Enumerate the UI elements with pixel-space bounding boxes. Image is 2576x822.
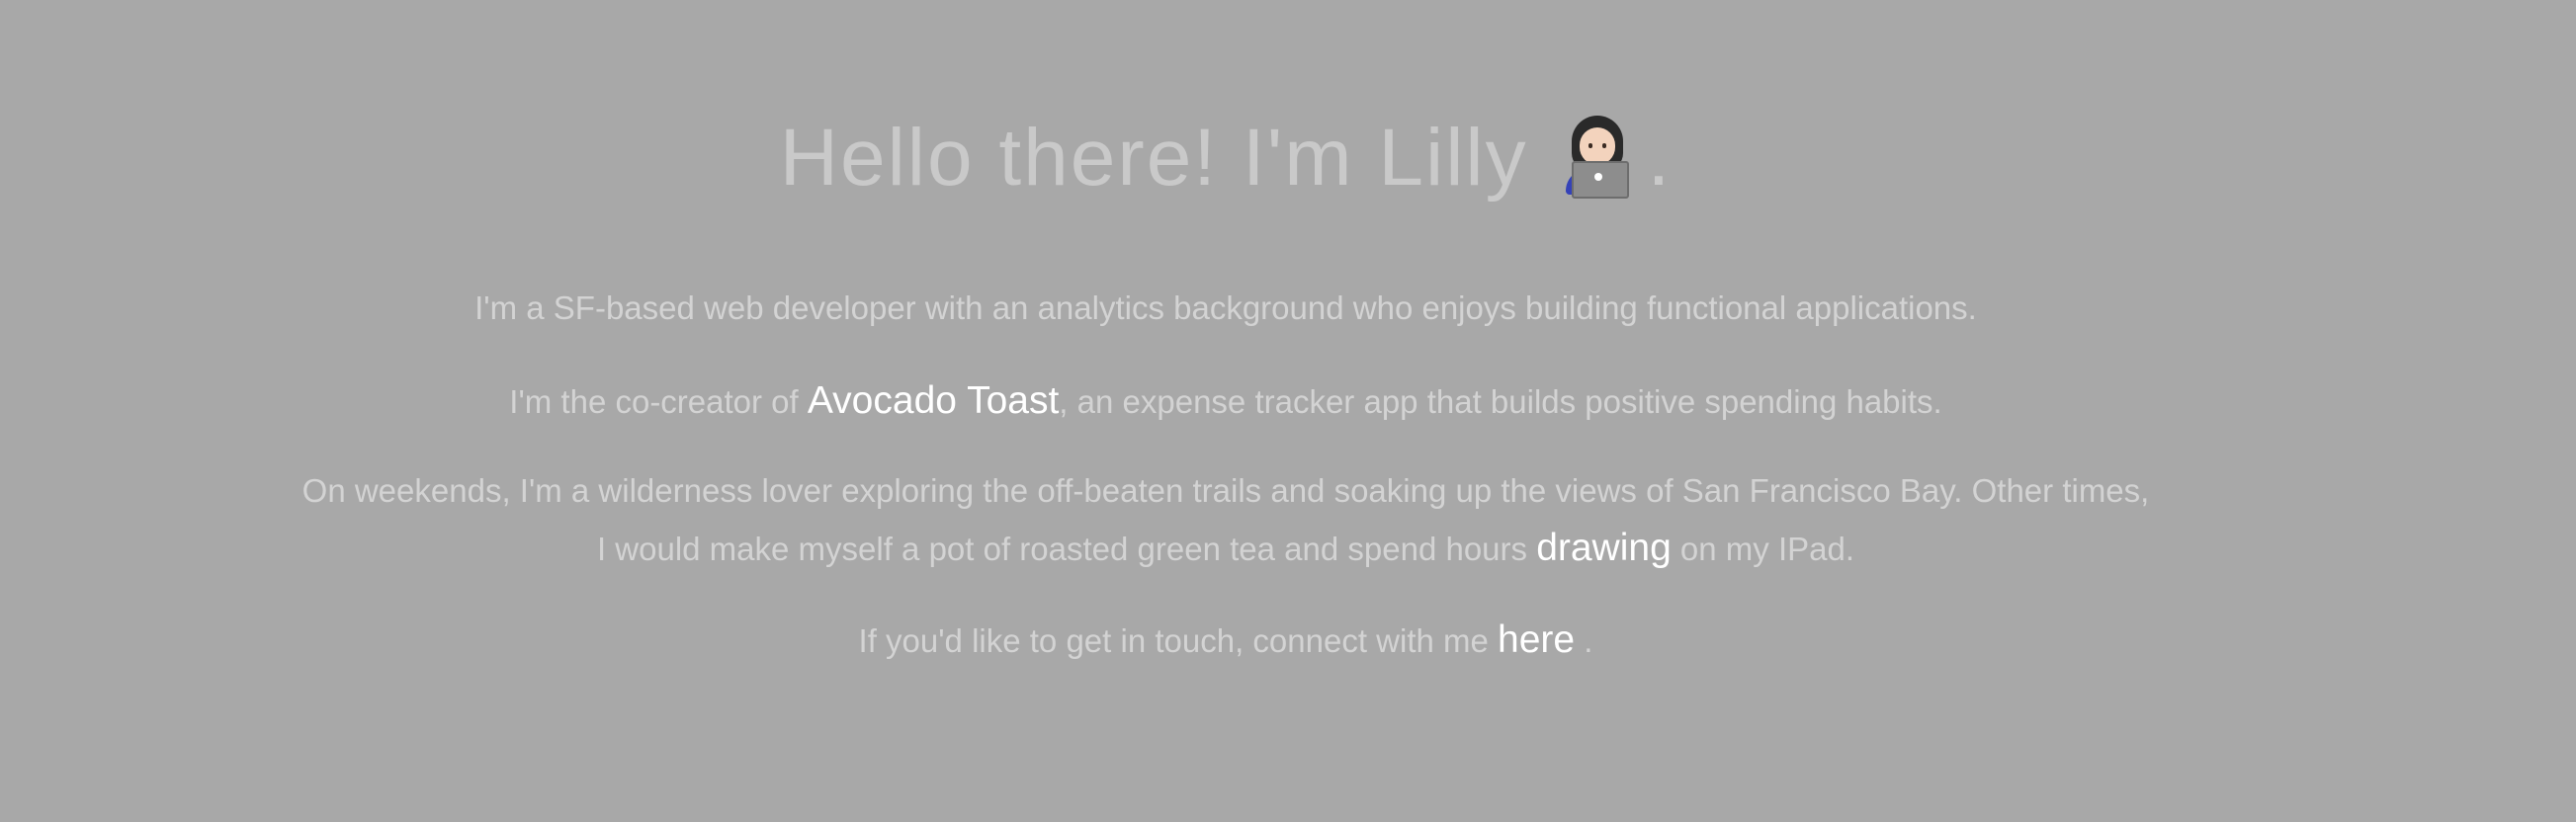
- contact-text-after: .: [1575, 622, 1593, 659]
- avocado-toast-link[interactable]: Avocado Toast: [808, 379, 1059, 422]
- hobbies-text-after: on my IPad.: [1671, 531, 1855, 567]
- hobbies-paragraph-line2: I would make myself a pot of roasted gre…: [0, 520, 2451, 578]
- contact-text-before: If you'd like to get in touch, connect w…: [858, 622, 1499, 659]
- project-paragraph: I'm the co-creator of Avocado Toast, an …: [0, 372, 2451, 431]
- hobbies-text-before: I would make myself a pot of roasted gre…: [596, 531, 1537, 567]
- title-suffix: .: [1647, 113, 1673, 203]
- hobbies-paragraph-line1: On weekends, I'm a wilderness lover expl…: [0, 462, 2451, 520]
- page: Hello there! I'm Lilly . I'm a SF-based …: [0, 0, 2576, 822]
- project-text-before: I'm the co-creator of: [509, 383, 808, 420]
- woman-technologist-icon: [1562, 114, 1633, 199]
- intro-text: I'm a SF-based web developer with an ana…: [474, 289, 1977, 326]
- title-text: Hello there! I'm Lilly: [779, 113, 1528, 203]
- contact-here-link[interactable]: here: [1498, 618, 1575, 661]
- contact-paragraph: If you'd like to get in touch, connect w…: [0, 612, 2451, 670]
- project-text-after: , an expense tracker app that builds pos…: [1059, 383, 1942, 420]
- page-title: Hello there! I'm Lilly .: [0, 109, 2451, 207]
- hobbies-text-line1: On weekends, I'm a wilderness lover expl…: [301, 472, 2150, 509]
- intro-paragraph: I'm a SF-based web developer with an ana…: [0, 280, 2451, 337]
- drawing-link[interactable]: drawing: [1536, 527, 1672, 569]
